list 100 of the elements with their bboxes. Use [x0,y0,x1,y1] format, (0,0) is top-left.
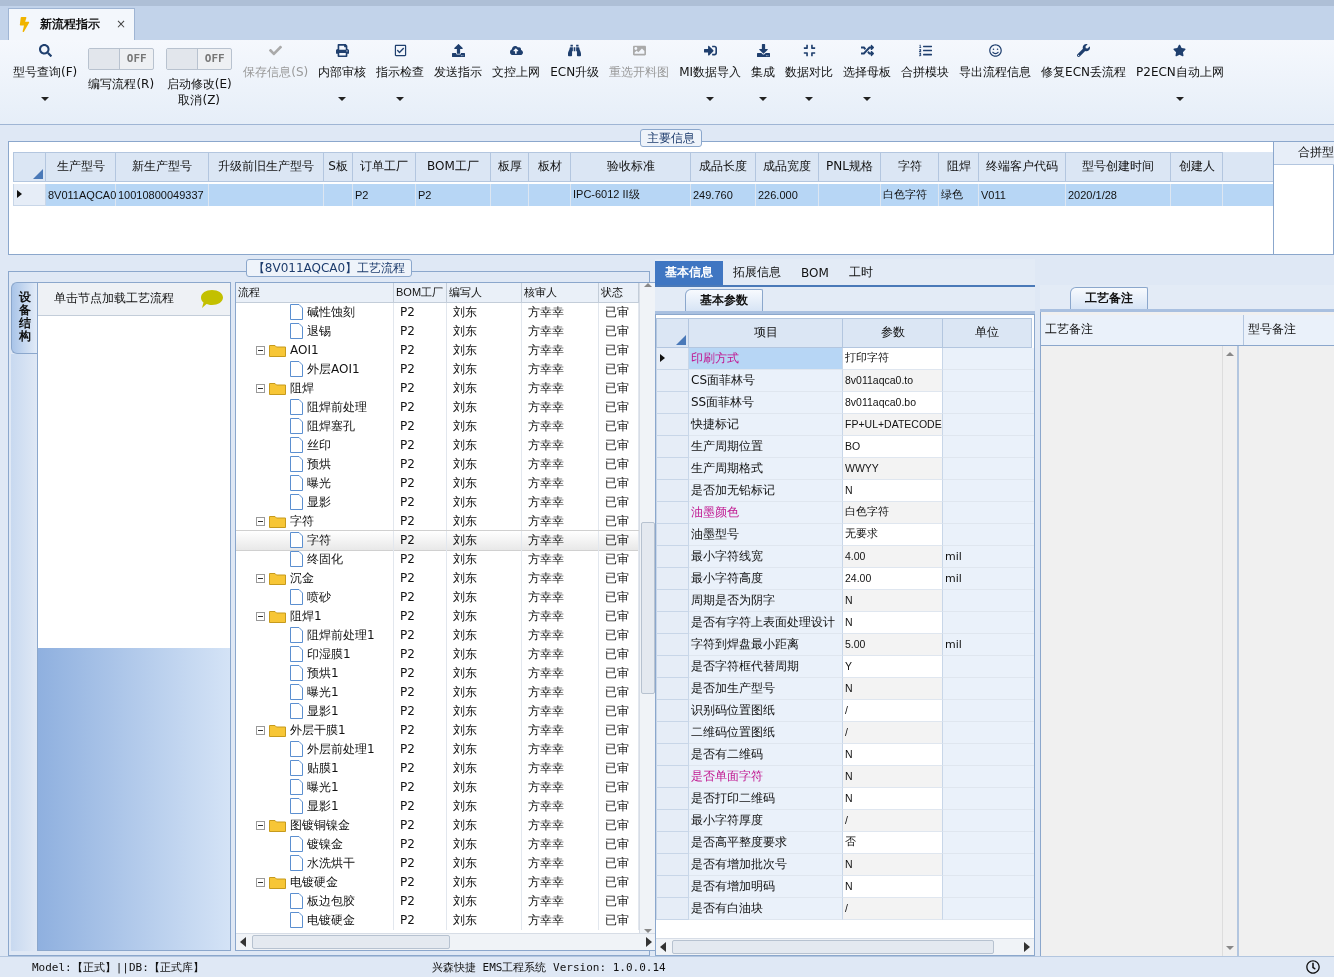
tree-row[interactable]: 电镀硬金 P2 刘东 方幸幸 已审 [236,910,639,930]
parameter-value[interactable]: 打印字符 [843,347,943,370]
collapse-icon[interactable] [256,611,265,621]
parameter-value[interactable]: / [843,809,943,832]
tree-row[interactable]: 显影 P2 刘东 方幸幸 已审 [236,492,639,512]
tab[interactable]: 基本信息 [655,260,723,285]
tab[interactable]: 工时 [838,260,883,285]
column-header[interactable]: 型号备注 [1244,314,1334,345]
column-header[interactable]: BOM工厂 [416,151,491,182]
tree-row[interactable]: 沉金 P2 刘东 方幸幸 已审 [236,568,639,588]
toolbar-button[interactable]: 内部审核 [313,43,372,101]
parameter-value[interactable]: 8v011aqca0.bo [843,391,943,414]
column-header[interactable]: S板 [324,151,353,182]
toolbar-button[interactable]: 导出流程信息 [954,43,1037,81]
parameter-value[interactable]: 8v011aqca0.to [843,369,943,392]
tab[interactable]: BOM [791,260,839,285]
horizontal-scrollbar[interactable] [236,933,656,951]
tree-row[interactable]: 丝印 P2 刘东 方幸幸 已审 [236,435,639,455]
column-header[interactable]: 编写人 [447,282,522,302]
parameter-value[interactable]: WWYY [843,457,943,480]
collapse-icon[interactable] [256,820,265,830]
tree-row[interactable]: 阻焊前处理1 P2 刘东 方幸幸 已审 [236,625,639,645]
tree-row[interactable]: 预烘 P2 刘东 方幸幸 已审 [236,454,639,474]
column-header[interactable]: 板材 [529,151,571,182]
column-header[interactable]: 阻焊 [939,151,979,182]
parameter-value[interactable]: N [843,875,943,898]
column-header[interactable]: 订单工厂 [353,151,416,182]
tree-row[interactable]: 阻焊塞孔 P2 刘东 方幸幸 已审 [236,416,639,436]
tree-row[interactable]: 贴膜1 P2 刘东 方幸幸 已审 [236,758,639,778]
tree-row[interactable]: 字符 P2 刘东 方幸幸 已审 [236,530,639,550]
parameter-value[interactable]: N [843,853,943,876]
parameter-value[interactable]: N [843,743,943,766]
column-header[interactable]: 创建人 [1171,151,1223,182]
column-header[interactable]: 验收标准 [571,151,691,182]
collapse-icon[interactable] [256,516,265,526]
parameter-value[interactable]: N [843,611,943,634]
tree-row[interactable]: 阻焊前处理 P2 刘东 方幸幸 已审 [236,397,639,417]
column-header[interactable]: 成品长度 [691,151,756,182]
row-header[interactable] [656,347,689,370]
parameter-value[interactable]: 否 [843,831,943,854]
tree-row[interactable]: 曝光 P2 刘东 方幸幸 已审 [236,473,639,493]
column-header[interactable]: 升级前旧生产型号 [209,151,324,182]
tree-row[interactable]: 外层前处理1 P2 刘东 方幸幸 已审 [236,739,639,759]
parameter-value[interactable]: 白色字符 [843,501,943,524]
toolbar-button[interactable]: 型号查询(F) [8,43,83,101]
collapse-icon[interactable] [256,573,265,583]
parameter-value[interactable]: 24.00 [843,567,943,590]
tree-row[interactable]: 预烘1 P2 刘东 方幸幸 已审 [236,663,639,683]
tree-row[interactable]: 终固化 P2 刘东 方幸幸 已审 [236,549,639,569]
collapse-icon[interactable] [256,383,265,393]
toolbar-button[interactable]: P2ECN自动上网 [1131,43,1229,101]
tree-row[interactable]: 电镀硬金 P2 刘东 方幸幸 已审 [236,872,639,892]
parameter-value[interactable]: N [843,787,943,810]
parameter-value[interactable]: FP+UL+DATECODE [843,413,943,436]
toolbar-button[interactable]: 集成 [746,43,781,101]
column-header[interactable]: 工艺备注 [1041,314,1244,345]
column-header[interactable]: 终端客户代码 [979,151,1066,182]
parameter-value[interactable]: 5.00 [843,633,943,656]
tree-row[interactable]: 显影1 P2 刘东 方幸幸 已审 [236,796,639,816]
toolbar-button[interactable]: MI数据导入 [674,43,747,101]
toggle-switch[interactable]: OFF [166,47,233,70]
collapse-icon[interactable] [256,725,265,735]
tree-row[interactable]: 板边包胶 P2 刘东 方幸幸 已审 [236,891,639,911]
tree-row[interactable]: 镀镍金 P2 刘东 方幸幸 已审 [236,834,639,854]
parameter-value[interactable]: N [843,677,943,700]
collapse-icon[interactable] [256,877,265,887]
tree-row[interactable]: 曝光1 P2 刘东 方幸幸 已审 [236,682,639,702]
tree-row[interactable]: 外层干膜1 P2 刘东 方幸幸 已审 [236,720,639,740]
toolbar-button[interactable]: ECN升级 [545,43,605,81]
column-header[interactable]: 项目 [689,317,843,348]
column-header[interactable]: 板厚 [491,151,529,182]
tree-row[interactable]: 喷砂 P2 刘东 方幸幸 已审 [236,587,639,607]
table-row[interactable]: 8V011AQCA0 10010800049337 P2 P2 IPC-6012 II级 249.760 226.000 白色字符 绿色 V011 2020/1/28 [13,183,1273,206]
toolbar-button[interactable]: 指示检查 [371,43,430,101]
row-header[interactable] [13,183,46,206]
collapse-icon[interactable] [256,345,265,355]
horizontal-scrollbar[interactable] [656,938,1034,956]
toolbar-button[interactable]: 选择母板 [838,43,897,101]
column-header[interactable]: PNL规格 [819,151,881,182]
parameter-value[interactable]: / [843,721,943,744]
toggle-switch[interactable]: OFF [88,47,155,70]
parameter-value[interactable]: BO [843,435,943,458]
parameter-value[interactable]: / [843,699,943,722]
sub-tab[interactable]: 工艺备注 [1070,286,1148,309]
toolbar-button[interactable]: 发送指示 [429,43,488,81]
column-header[interactable]: 成品宽度 [756,151,819,182]
column-header[interactable]: 参数 [843,317,943,348]
tree-row[interactable]: 图镀铜镍金 P2 刘东 方幸幸 已审 [236,815,639,835]
tree-row[interactable]: 显影1 P2 刘东 方幸幸 已审 [236,701,639,721]
toolbar-button[interactable]: 数据对比 [780,43,839,101]
tree-row[interactable]: 碱性蚀刻 P2 刘东 方幸幸 已审 [236,302,639,322]
side-tab[interactable]: 设备结构 [11,281,37,354]
tree-row[interactable]: 印湿膜1 P2 刘东 方幸幸 已审 [236,644,639,664]
tree-row[interactable]: AOI1 P2 刘东 方幸幸 已审 [236,340,639,360]
sub-tab[interactable]: 基本参数 [685,288,763,311]
column-header[interactable]: 单位 [943,317,1032,348]
tree-row[interactable]: 外层AOI1 P2 刘东 方幸幸 已审 [236,359,639,379]
parameter-value[interactable]: N [843,589,943,612]
column-header[interactable]: 核审人 [522,282,599,302]
toolbar-button[interactable]: 合拼模块 [896,43,955,81]
